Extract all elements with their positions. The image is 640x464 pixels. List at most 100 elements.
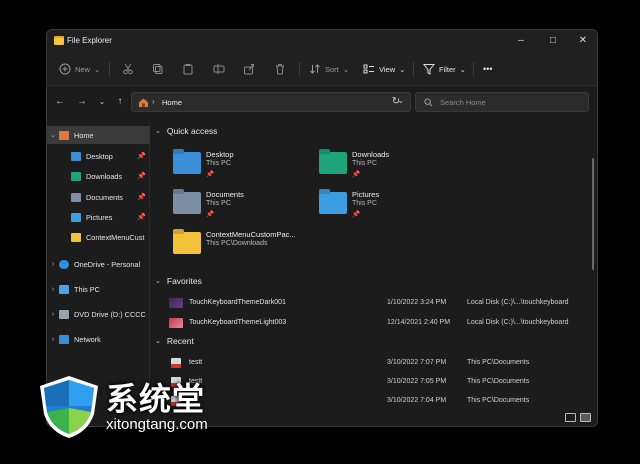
sidebar-item-onedrive[interactable]: › OneDrive - Personal <box>47 255 150 273</box>
pin-icon: 📌 <box>206 171 215 178</box>
recent-row[interactable]: testt 3/10/2022 7:07 PM This PC\Document… <box>151 354 583 373</box>
details-view-icon[interactable] <box>565 413 576 422</box>
sidebar-item-contextmenucust[interactable]: ContextMenuCust <box>47 228 150 246</box>
desktop-folder-icon <box>173 152 201 174</box>
tile-name: Downloads <box>352 150 390 159</box>
chevron-down-icon: ⌄ <box>155 278 161 285</box>
address-row: ← → ⌄ ↑ › Home ⌄ ↻ Search Home <box>47 86 597 118</box>
new-button[interactable]: New ⌄ <box>59 61 100 77</box>
sort-icon <box>310 64 320 74</box>
pin-icon: 📌 <box>137 173 146 180</box>
favorites-header[interactable]: ⌄ Favorites <box>155 276 202 286</box>
pin-icon: 📌 <box>352 211 361 218</box>
chevron-right-icon[interactable]: › <box>47 286 59 293</box>
pdf-file-icon <box>171 358 181 368</box>
dvd-drive-icon <box>59 309 69 319</box>
pictures-folder-icon <box>71 212 81 222</box>
chevron-down-icon: ⌄ <box>155 128 161 135</box>
filter-button[interactable]: Filter ⌄ <box>423 61 466 77</box>
tile-location: This PC <box>206 200 231 207</box>
watermark-url: xitongtang.com <box>106 416 208 433</box>
sidebar-item-label: Desktop <box>86 151 113 161</box>
sidebar-item-label: ContextMenuCust <box>86 232 145 242</box>
vertical-scrollbar[interactable] <box>592 158 594 270</box>
sidebar-item-this-pc[interactable]: › This PC <box>47 280 150 298</box>
title-bar: File Explorer – □ ✕ <box>47 30 597 52</box>
sidebar-item-downloads[interactable]: Downloads 📌 <box>47 167 150 185</box>
pin-icon: 📌 <box>206 211 215 218</box>
forward-arrow-icon[interactable]: → <box>75 95 89 109</box>
chevron-down-icon: ⌄ <box>399 64 406 74</box>
chevron-down-icon[interactable]: ⌄ <box>47 131 59 139</box>
back-arrow-icon[interactable]: ← <box>53 95 67 109</box>
pin-icon: 📌 <box>137 214 146 221</box>
recent-header[interactable]: ⌄ Recent <box>155 336 194 346</box>
up-arrow-icon[interactable]: ↑ <box>113 95 127 109</box>
chevron-right-icon[interactable]: › <box>47 261 59 268</box>
plus-circle-icon <box>59 63 71 75</box>
minimize-button[interactable]: – <box>513 34 529 48</box>
view-switcher <box>565 413 591 422</box>
address-bar[interactable]: › Home ⌄ <box>131 92 411 112</box>
breadcrumb-home[interactable]: Home <box>162 98 182 107</box>
search-input[interactable]: Search Home <box>415 92 589 112</box>
quick-access-tile-pictures[interactable]: Pictures This PC 📌 <box>319 188 469 224</box>
share-icon[interactable] <box>243 63 255 75</box>
chevron-down-icon: ⌄ <box>155 338 161 345</box>
quick-access-tile-desktop[interactable]: Desktop This PC 📌 <box>173 148 323 184</box>
quick-access-tile-contextmenucustom[interactable]: ContextMenuCustomPac... This PC\Download… <box>173 228 333 264</box>
refresh-icon[interactable]: ↻ <box>389 96 403 110</box>
paste-icon[interactable] <box>182 63 194 75</box>
rename-icon[interactable] <box>213 63 225 75</box>
pin-icon: 📌 <box>137 194 146 201</box>
sidebar-item-label: Pictures <box>86 212 113 222</box>
search-icon <box>424 98 433 107</box>
quick-access-tile-documents[interactable]: Documents This PC 📌 <box>173 188 323 224</box>
folder-icon <box>54 36 64 45</box>
sidebar-item-desktop[interactable]: Desktop 📌 <box>47 147 150 165</box>
sort-label: Sort <box>325 64 339 74</box>
quick-access-header[interactable]: ⌄ Quick access <box>155 126 217 136</box>
tile-location: This PC <box>352 160 377 167</box>
search-placeholder: Search Home <box>440 98 486 107</box>
file-location: Local Disk (C:)\...\touchkeyboard <box>467 299 569 306</box>
chevron-right-icon[interactable]: › <box>47 311 59 318</box>
recent-locations-chevron-icon[interactable]: ⌄ <box>95 95 109 109</box>
tile-location: This PC <box>352 200 377 207</box>
copy-icon[interactable] <box>152 63 164 75</box>
maximize-button[interactable]: □ <box>545 34 561 48</box>
close-button[interactable]: ✕ <box>575 34 591 48</box>
tile-name: Documents <box>206 190 244 199</box>
chevron-right-icon[interactable]: › <box>47 336 59 343</box>
sidebar-item-pictures[interactable]: Pictures 📌 <box>47 208 150 226</box>
tile-location: This PC\Downloads <box>206 240 268 247</box>
favorites-row[interactable]: TouchKeyboardThemeLight003 12/14/2021 2:… <box>151 314 583 333</box>
command-bar: New ⌄ Sort ⌄ View ⌄ Filter ⌄ ••• <box>47 52 597 86</box>
favorites-row[interactable]: TouchKeyboardThemeDark001 1/10/2022 3:24… <box>151 294 583 313</box>
sidebar-item-dvd-drive[interactable]: › DVD Drive (D:) CCCC <box>47 305 150 323</box>
sidebar-item-label: This PC <box>74 284 100 294</box>
downloads-folder-icon <box>319 152 347 174</box>
file-location: Local Disk (C:)\...\touchkeyboard <box>467 319 569 326</box>
view-list-icon <box>363 64 374 74</box>
sidebar-item-documents[interactable]: Documents 📌 <box>47 188 150 206</box>
sort-button[interactable]: Sort ⌄ <box>309 61 349 77</box>
sidebar-item-network[interactable]: › Network <box>47 330 150 348</box>
more-options-button[interactable]: ••• <box>483 61 492 77</box>
file-location: This PC\Documents <box>467 378 530 385</box>
file-location: This PC\Documents <box>467 397 530 404</box>
delete-icon[interactable] <box>274 63 286 75</box>
quick-access-tile-downloads[interactable]: Downloads This PC 📌 <box>319 148 469 184</box>
folder-icon <box>71 232 81 242</box>
cut-icon[interactable] <box>122 63 134 75</box>
sidebar-item-home[interactable]: ⌄ Home <box>47 126 150 144</box>
section-title: Quick access <box>166 126 218 136</box>
tiles-view-icon[interactable] <box>580 413 591 422</box>
pin-icon: 📌 <box>352 171 361 178</box>
file-date: 3/10/2022 7:04 PM <box>387 397 447 404</box>
file-location: This PC\Documents <box>467 359 530 366</box>
view-button[interactable]: View ⌄ <box>363 61 405 77</box>
sidebar-item-label: Documents <box>86 192 123 202</box>
new-label: New <box>75 64 91 74</box>
tile-name: ContextMenuCustomPac... <box>206 230 296 239</box>
